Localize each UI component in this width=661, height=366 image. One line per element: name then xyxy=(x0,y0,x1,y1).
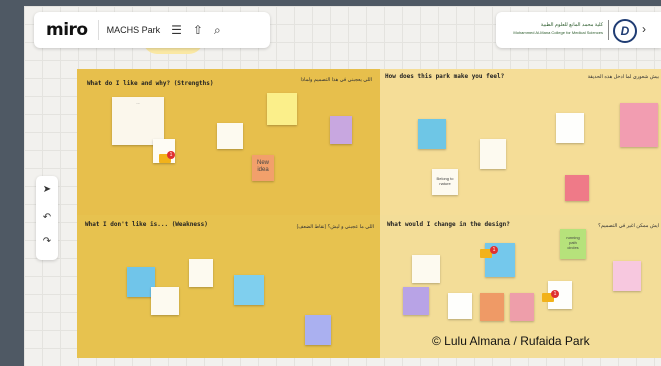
sticky-note[interactable] xyxy=(448,293,472,319)
quadrant-title: How does this park make you feel? xyxy=(385,73,505,80)
miro-logo[interactable]: miro xyxy=(46,20,88,40)
comment-count-badge: 1 xyxy=(490,246,498,254)
comment-count-badge: 1 xyxy=(167,151,175,159)
college-logo-arabic: كلية محمد المانع للعلوم الطبية xyxy=(540,22,603,28)
sticky-note[interactable] xyxy=(330,116,352,144)
sticky-note-text: Belong to nature xyxy=(436,176,454,186)
side-toolbar: ➤ ↶ ↷ xyxy=(36,176,58,260)
upload-icon[interactable]: ⇧ xyxy=(193,23,203,37)
redo-icon[interactable]: ↷ xyxy=(36,236,58,247)
sticky-note[interactable] xyxy=(480,293,504,321)
sticky-note[interactable] xyxy=(217,123,243,149)
quadrant-arabic-title: اللي ما عجبني و ليش؟ (نقاط الضعف) xyxy=(296,224,374,230)
search-icon[interactable]: ⌕ xyxy=(214,23,221,38)
sticky-note[interactable] xyxy=(189,259,213,287)
sticky-note[interactable] xyxy=(305,315,331,345)
college-logo-text: كلية محمد المانع للعلوم الطبية Mohammed … xyxy=(508,22,603,36)
miro-top-toolbar: miro MACHS Park ☰ ⇧ ⌕ xyxy=(34,12,270,48)
quadrant-strengths[interactable]: What do I like and why? (Strengths) اللي… xyxy=(77,69,380,215)
menu-icon[interactable]: ☰ xyxy=(171,23,182,37)
sticky-note[interactable] xyxy=(234,275,264,305)
chevron-right-icon[interactable]: › xyxy=(642,22,646,36)
sticky-note[interactable] xyxy=(151,287,179,315)
sticky-note[interactable] xyxy=(418,119,446,149)
sticky-note-belong[interactable]: Belong to nature xyxy=(432,169,458,195)
sticky-note[interactable] xyxy=(403,287,429,315)
comment-count-badge: 1 xyxy=(551,290,559,298)
window-frame-left xyxy=(0,0,24,366)
branding-divider xyxy=(608,20,609,40)
select-cursor-icon[interactable]: ➤ xyxy=(36,184,58,195)
quadrant-arabic-title: بيش شعوري لما ادخل هذه الحديقة xyxy=(587,74,659,80)
college-logo-english: Mohammed Al-Mana College for Medical Sci… xyxy=(513,30,603,35)
branding-bar: كلية محمد المانع للعلوم الطبية Mohammed … xyxy=(496,12,661,48)
quadrant-title: What do I like and why? (Strengths) xyxy=(87,80,214,87)
sticky-note[interactable] xyxy=(480,139,506,169)
sticky-note[interactable]: ... xyxy=(112,97,164,145)
sticky-note-text: New idea xyxy=(256,160,269,173)
quadrant-weakness[interactable]: What I don't like is... (Weakness) اللي … xyxy=(77,215,380,358)
quadrant-feel[interactable]: How does this park make you feel? بيش شع… xyxy=(380,69,661,215)
quadrant-title: What I don't like is... (Weakness) xyxy=(85,221,208,228)
undo-icon[interactable]: ↶ xyxy=(36,212,58,223)
quadrant-arabic-title: اللي يعجبني في هذا التصميم ولماذا xyxy=(300,77,372,83)
sticky-note[interactable] xyxy=(267,93,297,125)
college-emblem-icon: D xyxy=(613,19,637,43)
sticky-note[interactable] xyxy=(556,113,584,143)
sticky-note[interactable] xyxy=(412,255,440,283)
sticky-note[interactable] xyxy=(510,293,534,321)
copyright-caption: © Lulu Almana / Rufaida Park xyxy=(432,334,590,348)
quadrant-arabic-title: ايش ممكن اغير في التصميم؟ xyxy=(598,223,659,229)
sticky-note-text: running path circles xyxy=(566,235,580,250)
quadrant-title: What would I change in the design? xyxy=(387,221,510,228)
board-name[interactable]: MACHS Park xyxy=(107,25,161,35)
toolbar-divider xyxy=(97,20,99,40)
whiteboard-canvas[interactable]: What do I like and why? (Strengths) اللي… xyxy=(24,6,661,366)
sticky-note[interactable] xyxy=(613,261,641,291)
sticky-note[interactable] xyxy=(565,175,589,201)
sticky-note-new-idea[interactable]: New idea xyxy=(252,155,274,181)
sticky-note[interactable] xyxy=(620,103,658,147)
sticky-note-running[interactable]: running path circles xyxy=(560,229,586,259)
